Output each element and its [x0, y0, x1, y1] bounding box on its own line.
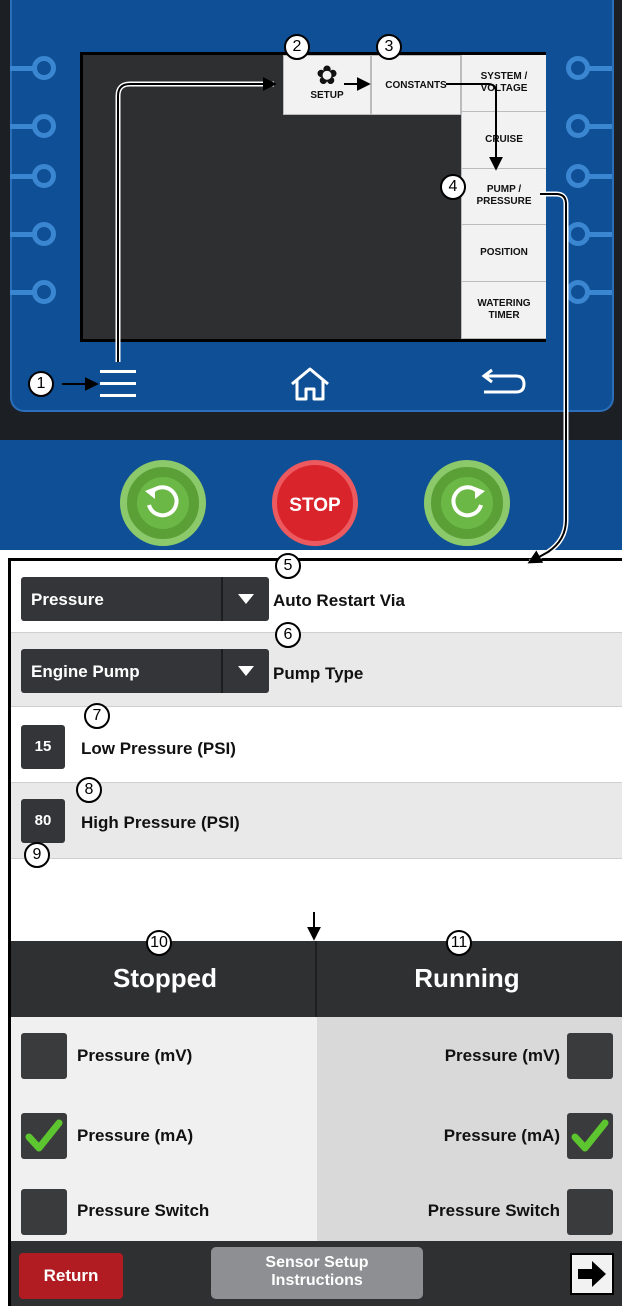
menu-item-pump-pressure[interactable]: PUMP / PRESSURE [461, 168, 546, 226]
pump-type-row: Engine Pump Pump Type [11, 633, 622, 707]
callout-4: 4 [440, 174, 466, 200]
high-pressure-input[interactable]: 80 [21, 799, 65, 843]
low-pressure-input[interactable]: 15 [21, 725, 65, 769]
mode-column-header: Stopped Running [11, 941, 622, 1017]
lcd-screen: ✿ SETUP CONSTANTS SYSTEM / VOLTAGE CRUIS… [80, 52, 546, 342]
panel-divider [0, 412, 622, 440]
running-checkbox-switch[interactable] [567, 1189, 613, 1235]
callout-3: 3 [376, 34, 402, 60]
callout-9: 9 [24, 842, 50, 868]
stopped-checkbox-mv[interactable] [21, 1033, 67, 1079]
stopped-sensor-label: Pressure Switch [77, 1201, 210, 1220]
next-button[interactable] [570, 1253, 614, 1295]
controller-panel: ✿ SETUP CONSTANTS SYSTEM / VOLTAGE CRUIS… [0, 0, 622, 550]
setup-button[interactable]: ✿ SETUP [283, 55, 371, 115]
stopped-header: Stopped [113, 963, 217, 993]
rotate-left-icon [145, 485, 179, 518]
running-checkbox-mv[interactable] [567, 1033, 613, 1079]
checkmark-icon [25, 1119, 63, 1152]
callout-6: 6 [275, 622, 301, 648]
callout-2: 2 [284, 34, 310, 60]
running-sensor-label: Pressure (mA) [443, 1126, 560, 1145]
stopped-checkbox-ma[interactable] [21, 1113, 67, 1159]
pump-pressure-settings: Pressure Auto Restart Via Engine Pump Pu… [8, 558, 622, 1306]
empty-row [11, 859, 622, 941]
return-button[interactable]: Return [19, 1253, 123, 1299]
callout-10: 10 [146, 930, 172, 956]
chevron-down-icon [238, 594, 254, 604]
sensor-setup-instructions-button[interactable]: Sensor Setup Instructions [211, 1247, 423, 1299]
auto-restart-value: Pressure [31, 590, 104, 609]
callout-7: 7 [84, 703, 110, 729]
right-soft-key-5[interactable] [564, 276, 612, 308]
left-soft-key-4[interactable] [10, 218, 58, 250]
sensor-row-switch: Pressure Switch Pressure Switch [11, 1177, 622, 1241]
right-soft-key-1[interactable] [564, 52, 612, 84]
sensor-row-ma: Pressure (mA) Pressure (mA) [11, 1097, 622, 1177]
low-pressure-label: Low Pressure (PSI) [81, 739, 236, 758]
running-sensor-label: Pressure (mV) [444, 1046, 560, 1065]
pump-type-dropdown[interactable]: Engine Pump [21, 649, 269, 693]
sensor-setup-label: Sensor Setup Instructions [265, 1254, 369, 1289]
pump-type-value: Engine Pump [31, 662, 140, 681]
setup-label: SETUP [310, 90, 344, 101]
sensor-row-mv: Pressure (mV) Pressure (mV) [11, 1017, 622, 1097]
running-checkbox-ma[interactable] [567, 1113, 613, 1159]
menu-item-cruise[interactable]: CRUISE [461, 111, 546, 169]
auto-restart-row: Pressure Auto Restart Via [11, 561, 622, 633]
arrow-right-icon [578, 1261, 606, 1287]
stopped-checkbox-switch[interactable] [21, 1189, 67, 1235]
stopped-sensor-label: Pressure (mA) [77, 1126, 194, 1145]
running-sensor-label: Pressure Switch [427, 1201, 560, 1220]
pump-type-label: Pump Type [273, 664, 364, 683]
callout-1: 1 [28, 371, 54, 397]
auto-restart-dropdown[interactable]: Pressure [21, 577, 269, 621]
callout-8: 8 [76, 777, 102, 803]
stop-label: STOP [289, 495, 341, 516]
setup-submenu: SYSTEM / VOLTAGE CRUISE PUMP / PRESSURE … [461, 55, 546, 339]
rotate-left-button[interactable] [120, 460, 206, 546]
gear-icon: ✿ [316, 60, 338, 90]
auto-restart-label: Auto Restart Via [273, 591, 405, 610]
right-soft-key-2[interactable] [564, 110, 612, 142]
menu-item-position[interactable]: POSITION [461, 225, 546, 283]
footer-bar: Return Sensor Setup Instructions [11, 1241, 622, 1306]
left-soft-key-5[interactable] [10, 276, 58, 308]
running-header: Running [414, 963, 520, 993]
menu-item-watering-timer[interactable]: WATERING TIMER [461, 282, 546, 339]
left-soft-key-3[interactable] [10, 160, 58, 192]
high-pressure-row: 80 High Pressure (PSI) [11, 783, 622, 859]
menu-item-system-voltage[interactable]: SYSTEM / VOLTAGE [461, 55, 546, 112]
rotate-right-button[interactable] [424, 460, 510, 546]
checkmark-icon [571, 1119, 609, 1152]
left-soft-key-1[interactable] [10, 52, 58, 84]
callout-11: 11 [446, 930, 472, 956]
high-pressure-label: High Pressure (PSI) [81, 813, 240, 832]
constants-button[interactable]: CONSTANTS [371, 55, 461, 115]
stop-button[interactable]: STOP [272, 460, 358, 546]
stopped-sensor-label: Pressure (mV) [77, 1046, 193, 1065]
right-soft-key-3[interactable] [564, 160, 612, 192]
right-soft-key-4[interactable] [564, 218, 612, 250]
chevron-down-icon [238, 666, 254, 676]
left-soft-key-2[interactable] [10, 110, 58, 142]
home-icon[interactable] [288, 366, 332, 402]
callout-5: 5 [275, 553, 301, 579]
menu-icon[interactable] [100, 370, 136, 400]
back-icon[interactable] [478, 368, 528, 398]
rotate-right-icon [451, 485, 485, 518]
